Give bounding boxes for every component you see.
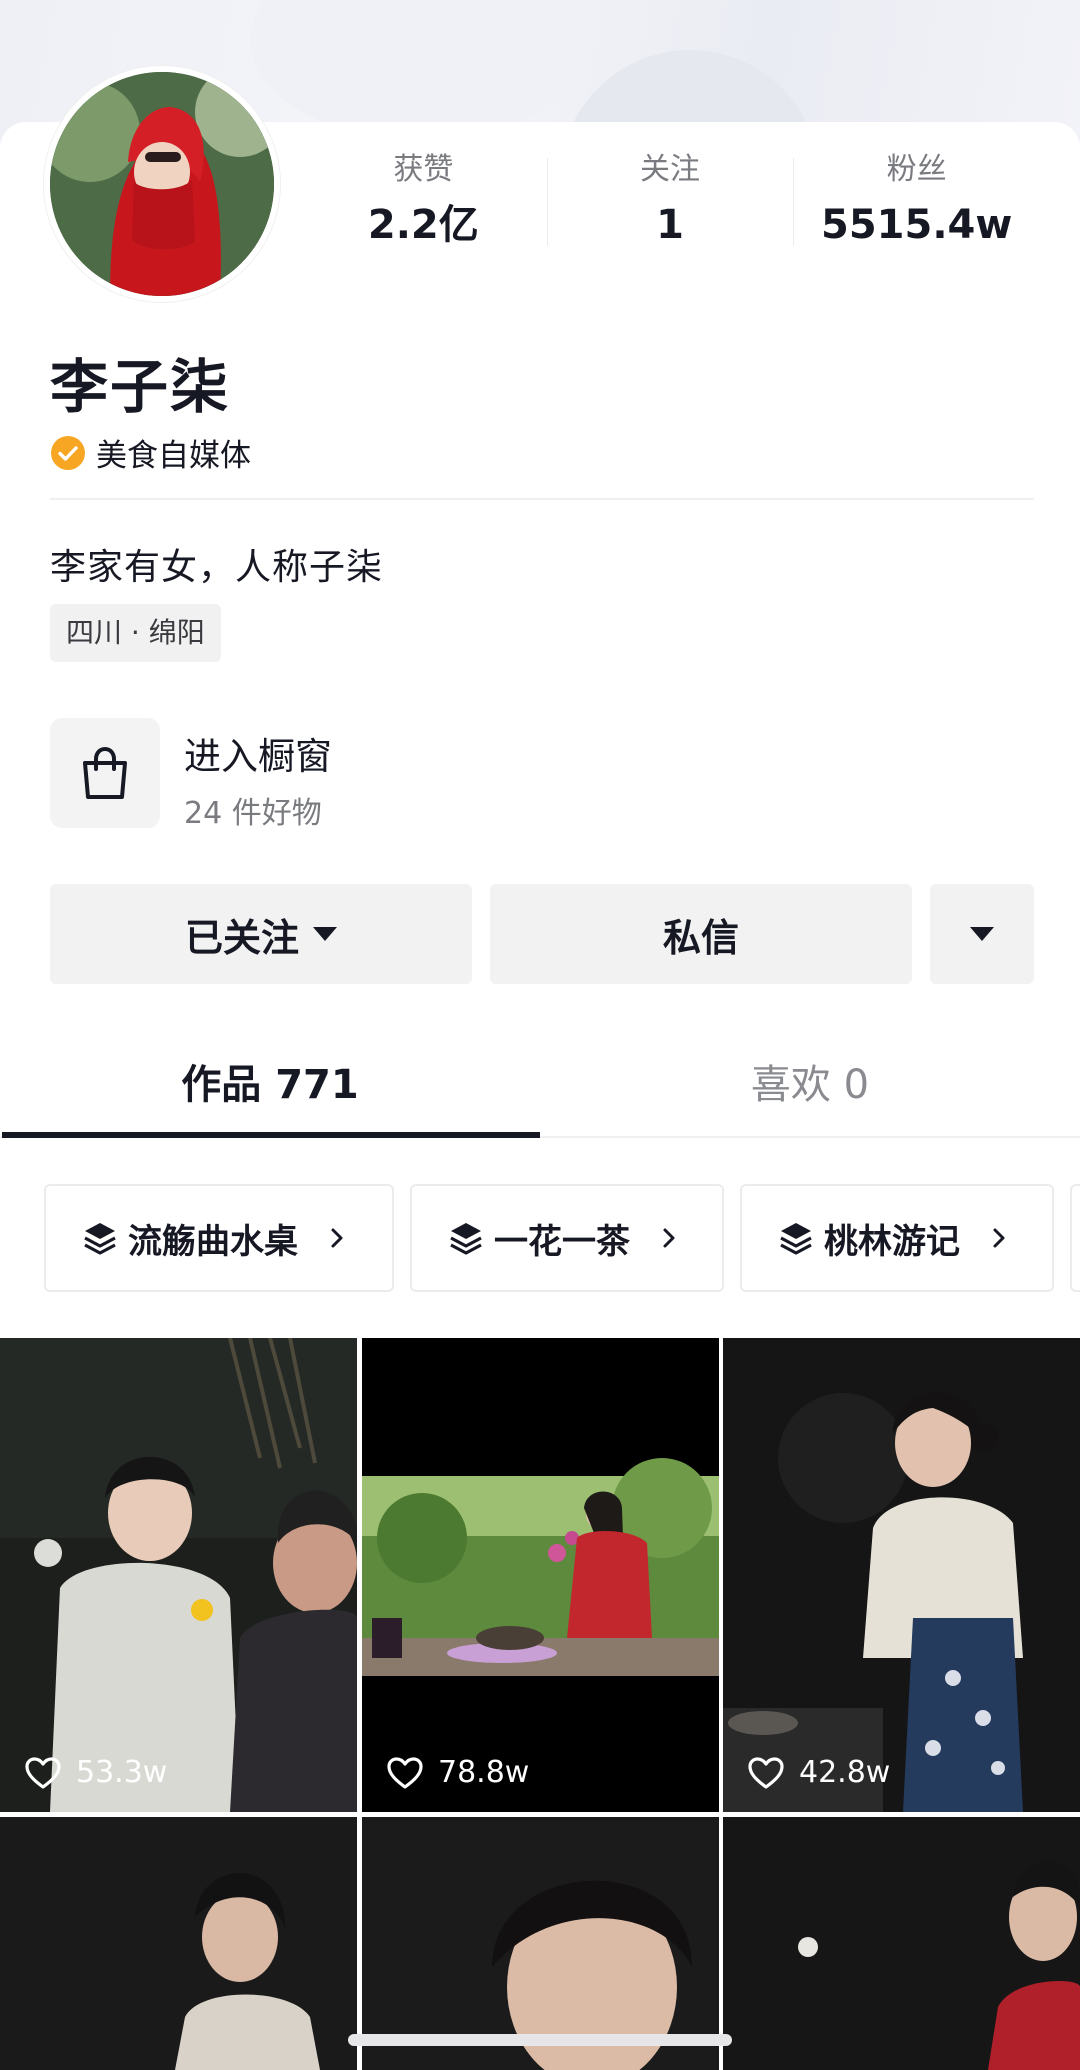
video-thumbnail[interactable]: 42.8w xyxy=(723,1338,1080,1812)
stat-value: 5515.4w xyxy=(821,202,1013,248)
video-cover-image xyxy=(0,1338,357,1812)
location-tag: 四川 · 绵阳 xyxy=(50,604,221,662)
video-thumbnail[interactable] xyxy=(0,1817,357,2070)
divider xyxy=(50,498,1034,500)
chevron-right-icon xyxy=(663,1228,675,1248)
stat-value: 2.2亿 xyxy=(367,202,479,248)
triangle-down-icon xyxy=(970,927,994,941)
video-like-count: 53.3w xyxy=(24,1755,167,1790)
header-decor-shape xyxy=(250,0,590,140)
layers-icon xyxy=(450,1223,482,1255)
shopping-bag-icon xyxy=(83,746,127,799)
collection-chip[interactable]: 一花一茶 xyxy=(410,1184,724,1292)
heart-icon xyxy=(748,1756,784,1789)
video-like-count-value: 78.8w xyxy=(438,1755,530,1790)
profile-name: 李子柒 xyxy=(50,353,231,421)
video-like-count: 78.8w xyxy=(386,1755,529,1790)
home-indicator[interactable] xyxy=(348,2034,732,2046)
message-button-label: 私信 xyxy=(662,915,739,960)
video-thumbnail[interactable]: 78.8w xyxy=(362,1338,719,1812)
stat-likes[interactable]: 获赞 2.2亿 xyxy=(300,150,547,260)
stat-value: 1 xyxy=(656,202,684,248)
chevron-right-icon xyxy=(993,1228,1005,1248)
collection-chip-label: 一花一茶 xyxy=(494,1221,630,1262)
collection-chip[interactable]: 流觞曲水桌 xyxy=(44,1184,394,1292)
video-thumbnail[interactable] xyxy=(362,1817,719,2070)
video-like-count-value: 53.3w xyxy=(76,1755,168,1790)
video-cover-image xyxy=(0,1817,357,2070)
stat-following[interactable]: 关注 1 xyxy=(546,150,794,260)
active-tab-indicator xyxy=(2,1132,540,1138)
stat-label: 粉丝 xyxy=(886,152,947,187)
heart-icon xyxy=(25,1756,61,1789)
video-thumbnail[interactable]: 53.3w xyxy=(0,1338,357,1812)
stat-label: 关注 xyxy=(640,152,700,187)
video-cover-image xyxy=(723,1817,1080,2070)
message-button[interactable]: 私信 xyxy=(490,884,912,984)
chevron-right-icon xyxy=(331,1228,343,1248)
avatar[interactable] xyxy=(50,72,274,296)
stat-label: 获赞 xyxy=(393,152,454,187)
layers-icon xyxy=(84,1223,116,1255)
avatar-image xyxy=(50,72,274,296)
collection-chip-label: 桃林游记 xyxy=(824,1221,960,1262)
heart-icon xyxy=(387,1756,423,1789)
shop-entry-icon-box[interactable] xyxy=(50,718,160,828)
collection-chip[interactable]: 桃林游记 xyxy=(740,1184,1054,1292)
video-like-count: 42.8w xyxy=(747,1755,890,1790)
video-like-count-value: 42.8w xyxy=(799,1755,891,1790)
stat-followers[interactable]: 粉丝 5515.4w xyxy=(793,150,1040,260)
content-tabs: 作品 771 喜欢 0 xyxy=(0,1040,1080,1140)
video-cover-image xyxy=(362,1817,719,2070)
tab-likes[interactable]: 喜欢 0 xyxy=(540,1040,1080,1130)
layers-icon xyxy=(780,1223,812,1255)
collection-chip-label: 流觞曲水桌 xyxy=(128,1221,298,1262)
tab-works[interactable]: 作品 771 xyxy=(0,1040,540,1130)
profile-bio: 李家有女，人称子柒 xyxy=(50,547,384,588)
shop-entry-title[interactable]: 进入橱窗 xyxy=(184,726,332,780)
video-grid: 53.3w 78.8w 42.8w xyxy=(0,1338,1080,2070)
shop-entry-subtitle: 24 件好物 xyxy=(184,796,322,831)
more-options-button[interactable] xyxy=(930,884,1034,984)
followed-button[interactable]: 已关注 xyxy=(50,884,472,984)
collection-chips: 流觞曲水桌 一花一茶 桃林游记 xyxy=(0,1182,1080,1296)
video-thumbnail[interactable] xyxy=(723,1817,1080,2070)
verified-badge-icon xyxy=(51,435,85,470)
triangle-down-icon xyxy=(313,927,337,941)
verification-row[interactable]: 美食自媒体 xyxy=(50,430,251,475)
video-cover-image xyxy=(362,1338,719,1812)
followed-button-label: 已关注 xyxy=(184,915,299,960)
profile-stats: 获赞 2.2亿 关注 1 粉丝 5515.4w xyxy=(300,150,1040,260)
collection-chip[interactable] xyxy=(1070,1184,1080,1292)
video-cover-image xyxy=(723,1338,1080,1812)
verification-label: 美食自媒体 xyxy=(96,438,251,474)
